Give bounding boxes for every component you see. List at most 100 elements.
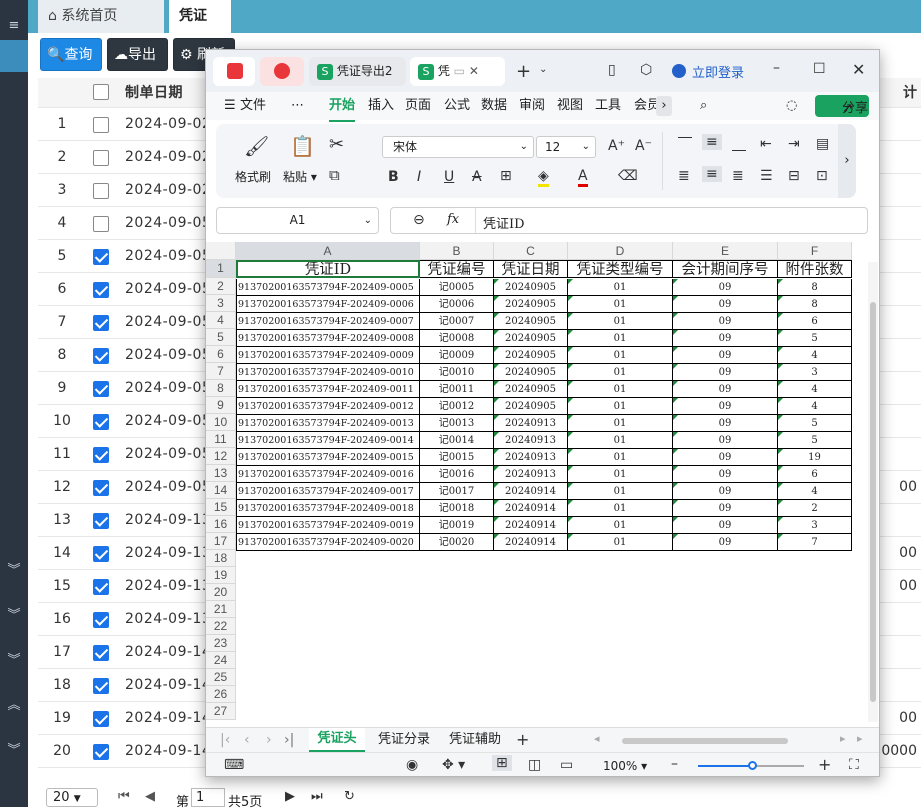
- fill-color-icon[interactable]: ◈: [538, 168, 549, 187]
- justify-icon[interactable]: ☰: [760, 168, 773, 184]
- select-all-checkbox[interactable]: [93, 84, 109, 100]
- horizontal-scrollbar[interactable]: [622, 738, 788, 744]
- doc-tab-1[interactable]: S 凭证导出2: [309, 57, 406, 86]
- fx-icon[interactable]: fx: [447, 212, 459, 227]
- clear-format-icon[interactable]: ⌫: [618, 168, 638, 184]
- data-cell[interactable]: 记0013: [420, 415, 494, 432]
- row-checkbox[interactable]: [93, 249, 109, 265]
- border-icon[interactable]: ⊞: [500, 168, 512, 184]
- prev-page-icon[interactable]: ◀: [145, 789, 155, 804]
- row-header[interactable]: 4: [206, 312, 236, 329]
- data-cell[interactable]: 91370200163573794F-202409-0006: [236, 296, 420, 313]
- data-cell[interactable]: 91370200163573794F-202409-0008: [236, 330, 420, 347]
- formula-input[interactable]: ⊖ fx 凭证ID: [390, 207, 868, 234]
- data-cell[interactable]: 3: [778, 364, 852, 381]
- column-header[interactable]: F: [778, 242, 852, 260]
- wps-logo[interactable]: [213, 57, 255, 86]
- scroll-end-icon[interactable]: ▸: [857, 732, 863, 745]
- row-checkbox[interactable]: [93, 348, 109, 364]
- font-name-select[interactable]: 宋体 ⌄: [382, 136, 534, 158]
- menu-file[interactable]: 文件: [240, 92, 266, 120]
- row-header[interactable]: 5: [206, 329, 236, 346]
- data-cell[interactable]: 记0015: [420, 449, 494, 466]
- cut-icon[interactable]: ✂: [329, 134, 344, 155]
- data-cell[interactable]: 记0012: [420, 398, 494, 415]
- header-cell[interactable]: 会计期间序号: [673, 260, 778, 278]
- fullscreen-icon[interactable]: ⛶: [849, 757, 859, 773]
- row-header[interactable]: 20: [206, 584, 236, 601]
- row-header[interactable]: 10: [206, 414, 236, 431]
- tab-voucher[interactable]: 凭证 ×: [169, 0, 231, 56]
- minimize-icon[interactable]: –: [773, 60, 780, 76]
- data-cell[interactable]: 8: [778, 296, 852, 313]
- row-checkbox[interactable]: [93, 579, 109, 595]
- row-header[interactable]: 9: [206, 397, 236, 414]
- format-painter-icon[interactable]: 🖌: [244, 134, 269, 158]
- row-header[interactable]: 26: [206, 686, 236, 703]
- zoom-in-icon[interactable]: +: [818, 755, 831, 774]
- data-cell[interactable]: 记0009: [420, 347, 494, 364]
- data-cell[interactable]: 记0020: [420, 534, 494, 551]
- data-cell[interactable]: 09: [673, 364, 778, 381]
- data-cell[interactable]: 91370200163573794F-202409-0010: [236, 364, 420, 381]
- data-cell[interactable]: 记0011: [420, 381, 494, 398]
- sidebar-selected-item[interactable]: [0, 40, 28, 72]
- last-sheet-icon[interactable]: ›|: [284, 732, 294, 748]
- data-cell[interactable]: 4: [778, 483, 852, 500]
- login-link[interactable]: 立即登录: [692, 62, 744, 81]
- row-header[interactable]: 14: [206, 482, 236, 499]
- expand-icon[interactable]: ︾: [0, 600, 28, 632]
- row-header[interactable]: 6: [206, 346, 236, 363]
- row-header[interactable]: 11: [206, 431, 236, 448]
- collapse-icon[interactable]: ︽: [0, 690, 28, 722]
- data-cell[interactable]: 01: [568, 279, 673, 296]
- data-cell[interactable]: 01: [568, 415, 673, 432]
- data-cell[interactable]: 5: [778, 432, 852, 449]
- sheet-tab-1[interactable]: 凭证头: [309, 728, 365, 752]
- data-cell[interactable]: 20240913: [494, 449, 568, 466]
- data-cell[interactable]: 09: [673, 500, 778, 517]
- sheet-tab-2[interactable]: 凭证分录: [371, 728, 437, 752]
- row-checkbox[interactable]: [93, 183, 109, 199]
- column-header[interactable]: D: [568, 242, 673, 260]
- data-cell[interactable]: 09: [673, 313, 778, 330]
- data-cell[interactable]: 09: [673, 534, 778, 551]
- data-cell[interactable]: 20240905: [494, 330, 568, 347]
- hamburger-icon[interactable]: ☰: [224, 92, 236, 120]
- copy-icon[interactable]: ⧉: [329, 166, 340, 184]
- maximize-icon[interactable]: ☐: [813, 61, 826, 77]
- expand-icon[interactable]: ︾: [0, 555, 28, 587]
- row-header[interactable]: 21: [206, 601, 236, 618]
- align-middle-icon[interactable]: ≡: [702, 134, 722, 150]
- header-cell[interactable]: 凭证类型编号: [568, 260, 673, 278]
- data-cell[interactable]: 91370200163573794F-202409-0020: [236, 534, 420, 551]
- data-cell[interactable]: 09: [673, 381, 778, 398]
- row-header[interactable]: 3: [206, 295, 236, 312]
- paste-button[interactable]: 粘贴 ▾: [283, 168, 317, 185]
- data-cell[interactable]: 01: [568, 432, 673, 449]
- column-header[interactable]: E: [673, 242, 778, 260]
- data-cell[interactable]: 2: [778, 500, 852, 517]
- data-cell[interactable]: 记0017: [420, 483, 494, 500]
- data-cell[interactable]: 01: [568, 381, 673, 398]
- row-checkbox[interactable]: [93, 381, 109, 397]
- row-checkbox[interactable]: [93, 711, 109, 727]
- search-icon[interactable]: ⌕: [700, 92, 707, 120]
- row-header[interactable]: 12: [206, 448, 236, 465]
- data-cell[interactable]: 记0010: [420, 364, 494, 381]
- zoom-slider[interactable]: [698, 761, 804, 770]
- expand-icon[interactable]: ︾: [0, 735, 28, 767]
- menu-page[interactable]: 页面: [405, 92, 431, 120]
- scroll-left-icon[interactable]: ◂: [594, 732, 600, 745]
- data-cell[interactable]: 91370200163573794F-202409-0016: [236, 466, 420, 483]
- data-cell[interactable]: 20240905: [494, 347, 568, 364]
- macro-icon[interactable]: ⌨: [224, 757, 244, 773]
- row-checkbox[interactable]: [93, 480, 109, 496]
- align-left-icon[interactable]: ≣: [678, 168, 690, 184]
- paste-icon[interactable]: 📋: [290, 134, 315, 158]
- strikethrough-icon[interactable]: A: [472, 169, 482, 185]
- data-cell[interactable]: 20240913: [494, 466, 568, 483]
- bold-icon[interactable]: B: [388, 169, 399, 185]
- indent-decrease-icon[interactable]: ⇤: [760, 136, 772, 152]
- data-cell[interactable]: 4: [778, 381, 852, 398]
